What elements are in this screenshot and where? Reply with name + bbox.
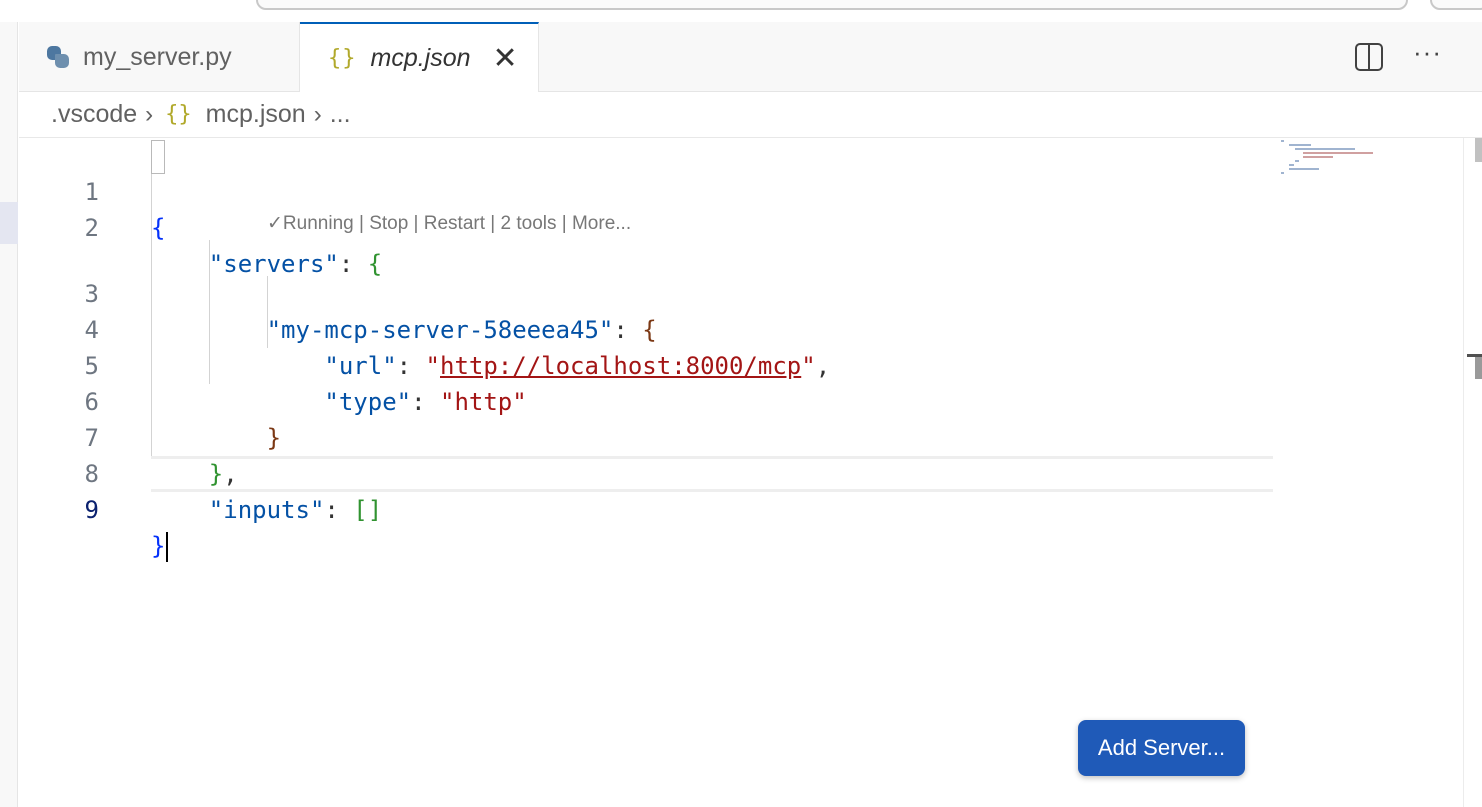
breadcrumb: .vscode › {} mcp.json › ... — [19, 92, 1482, 138]
code-line: 6 } — [19, 348, 1309, 452]
json-braces-icon: {} — [165, 102, 192, 127]
tab-label: my_server.py — [83, 42, 232, 71]
json-key: "inputs" — [208, 496, 325, 524]
code-line: 9 } — [19, 456, 1309, 562]
scrollbar-thumb[interactable] — [1475, 138, 1482, 162]
title-bar-control[interactable] — [1430, 0, 1482, 10]
chevron-right-icon: › — [313, 100, 322, 128]
command-center-search[interactable] — [256, 0, 1408, 10]
editor-tab-bar: my_server.py {} mcp.json ✕ ··· — [19, 22, 1482, 93]
add-server-button[interactable]: Add Server... — [1078, 720, 1245, 776]
json-braces-icon: {} — [328, 46, 357, 71]
text-cursor — [166, 532, 169, 562]
cursor-position-marker — [1475, 357, 1482, 379]
tab-mcp-json[interactable]: {} mcp.json ✕ — [300, 22, 539, 93]
code-line: 8 "inputs": [] — [19, 420, 1309, 524]
tab-my-server-py[interactable]: my_server.py — [19, 22, 300, 92]
title-bar — [0, 0, 1482, 22]
code-line: 3 "my-mcp-server-58eeea45": { — [19, 240, 1309, 344]
close-icon[interactable]: ✕ — [493, 43, 518, 74]
activity-bar-selected-item[interactable] — [0, 202, 18, 244]
editor-actions: ··· — [1355, 22, 1442, 92]
chevron-right-icon: › — [145, 100, 154, 128]
line-number: 9 — [84, 496, 99, 524]
more-actions-icon[interactable]: ··· — [1413, 39, 1442, 65]
code-line: 2 "servers": { — [19, 174, 1309, 278]
breadcrumb-folder[interactable]: .vscode — [51, 100, 137, 129]
code-line: 4 "url": "http://localhost:8000/mcp", — [19, 276, 1309, 380]
breadcrumb-file[interactable]: mcp.json — [206, 100, 306, 129]
code-line: 7 }, — [19, 384, 1309, 488]
activity-bar — [0, 22, 18, 807]
python-icon — [47, 46, 69, 68]
vertical-scrollbar[interactable] — [1463, 138, 1482, 807]
breadcrumb-symbols[interactable]: ... — [330, 100, 351, 129]
tab-label: mcp.json — [370, 44, 471, 72]
mcp-server-codelens[interactable]: ✓Running | Stop | Restart | 2 tools | Mo… — [267, 212, 631, 235]
split-editor-icon[interactable] — [1355, 43, 1384, 71]
code-line: 1 { — [19, 138, 1309, 242]
code-editor[interactable]: 1 { 2 "servers": { ✓Running | Stop | Res… — [19, 138, 1482, 807]
code-line: 5 "type": "http" — [19, 312, 1309, 416]
minimap[interactable] — [1281, 138, 1401, 178]
